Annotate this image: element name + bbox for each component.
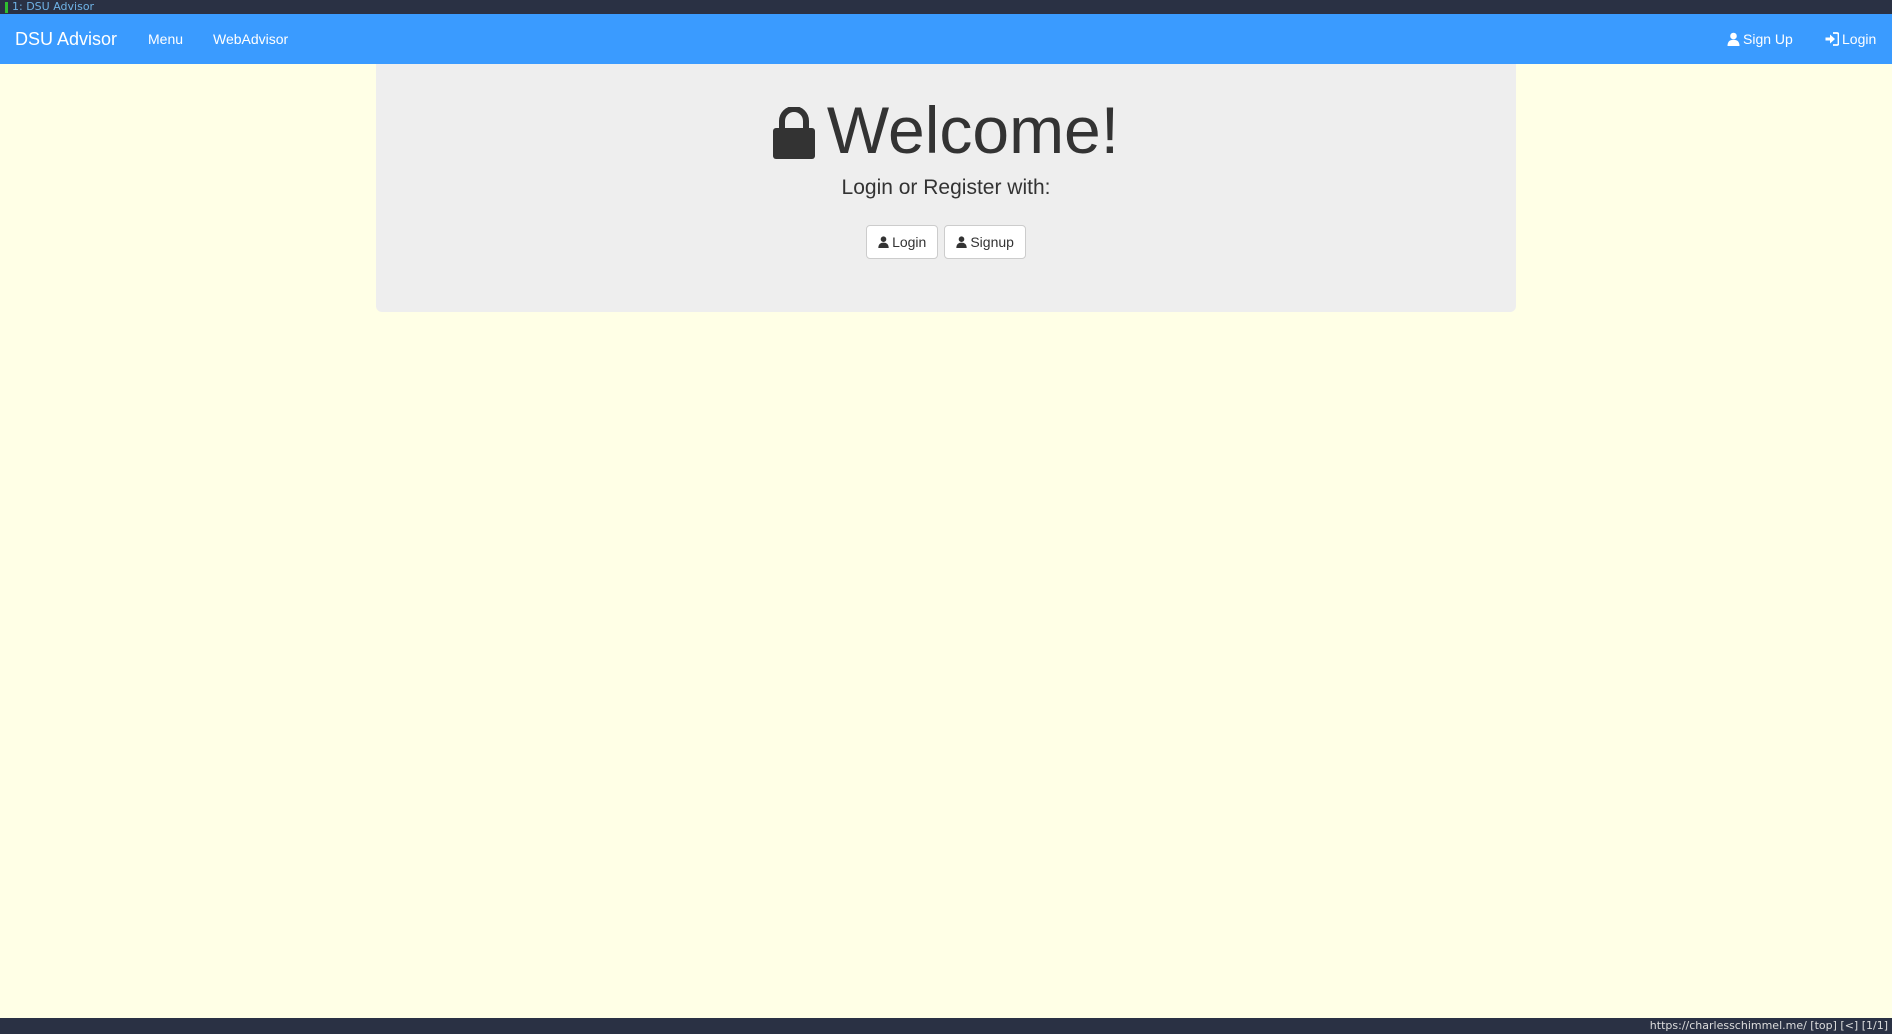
welcome-heading: Welcome!: [376, 94, 1516, 172]
login-button-label: Login: [892, 234, 927, 250]
nav-signup-label: Sign Up: [1743, 31, 1793, 47]
status-url: https://charlesschimmel.me/ [top] [<] [1…: [1649, 1019, 1888, 1032]
browser-tab-bar: 1: DSU Advisor: [0, 0, 1892, 14]
nav-signup-link[interactable]: Sign Up: [1727, 14, 1793, 64]
welcome-title: Welcome!: [826, 93, 1120, 167]
browser-tab-title[interactable]: 1: DSU Advisor: [12, 0, 94, 14]
navbar-brand[interactable]: DSU Advisor: [15, 14, 117, 64]
signup-button[interactable]: Signup: [944, 225, 1026, 259]
auth-button-group: Login Signup: [376, 225, 1516, 259]
user-icon: [1727, 32, 1740, 46]
nav-login-label: Login: [1842, 31, 1877, 47]
lock-icon: [772, 100, 815, 172]
login-icon: [1825, 32, 1840, 46]
nav-webadvisor-link[interactable]: WebAdvisor: [213, 14, 288, 64]
welcome-jumbotron: Welcome! Login or Register with: Login S…: [376, 64, 1516, 312]
login-button[interactable]: Login: [866, 225, 939, 259]
signup-button-label: Signup: [970, 234, 1014, 250]
active-tab-indicator: [5, 2, 8, 13]
user-icon: [956, 236, 968, 248]
user-icon: [878, 236, 889, 248]
nav-menu-link[interactable]: Menu: [148, 14, 183, 64]
welcome-subtitle: Login or Register with:: [841, 176, 1051, 199]
browser-status-bar: https://charlesschimmel.me/ [top] [<] [1…: [0, 1018, 1892, 1034]
top-navbar: DSU Advisor Menu WebAdvisor Sign Up Logi…: [0, 14, 1892, 64]
nav-login-link[interactable]: Login: [1825, 14, 1876, 64]
